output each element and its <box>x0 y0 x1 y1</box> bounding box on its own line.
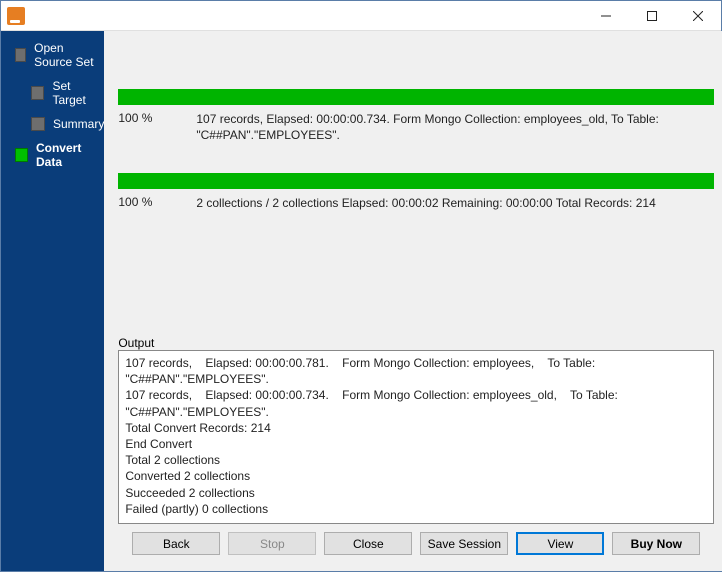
step-box-icon <box>31 86 44 100</box>
output-log[interactable]: 107 records, Elapsed: 00:00:00.781. Form… <box>118 350 714 524</box>
step-label: Open Source Set <box>34 41 104 69</box>
close-button[interactable] <box>675 1 721 31</box>
app-icon <box>7 7 25 25</box>
minimize-button[interactable] <box>583 1 629 31</box>
main-panel: 100 % 107 records, Elapsed: 00:00:00.734… <box>104 31 722 571</box>
progress-bar-total <box>118 173 714 189</box>
titlebar <box>1 1 721 31</box>
step-summary[interactable]: Summary <box>31 117 104 131</box>
step-box-icon <box>15 148 28 162</box>
app-window: Open Source Set Set Target Summary Conve… <box>0 0 722 572</box>
buy-now-button[interactable]: Buy Now <box>612 532 700 555</box>
step-open-source-set[interactable]: Open Source Set <box>15 41 104 69</box>
step-label: Convert Data <box>36 141 104 169</box>
wizard-sidebar: Open Source Set Set Target Summary Conve… <box>1 31 104 571</box>
stop-button: Stop <box>228 532 316 555</box>
maximize-button[interactable] <box>629 1 675 31</box>
step-set-target[interactable]: Set Target <box>31 79 104 107</box>
progress-total-text: 2 collections / 2 collections Elapsed: 0… <box>196 195 714 211</box>
step-box-icon <box>15 48 26 62</box>
back-button[interactable]: Back <box>132 532 220 555</box>
step-convert-data[interactable]: Convert Data <box>15 141 104 169</box>
step-box-icon <box>31 117 45 131</box>
step-label: Summary <box>53 117 104 131</box>
close-wizard-button[interactable]: Close <box>324 532 412 555</box>
progress-bar-item <box>118 89 714 105</box>
save-session-button[interactable]: Save Session <box>420 532 508 555</box>
button-row: Back Stop Close Save Session View Buy No… <box>118 524 714 563</box>
progress-item-text: 107 records, Elapsed: 00:00:00.734. Form… <box>196 111 714 143</box>
step-label: Set Target <box>52 79 104 107</box>
progress-total-percent: 100 % <box>118 195 196 211</box>
view-button[interactable]: View <box>516 532 604 555</box>
output-label: Output <box>118 330 714 350</box>
progress-item-percent: 100 % <box>118 111 196 143</box>
